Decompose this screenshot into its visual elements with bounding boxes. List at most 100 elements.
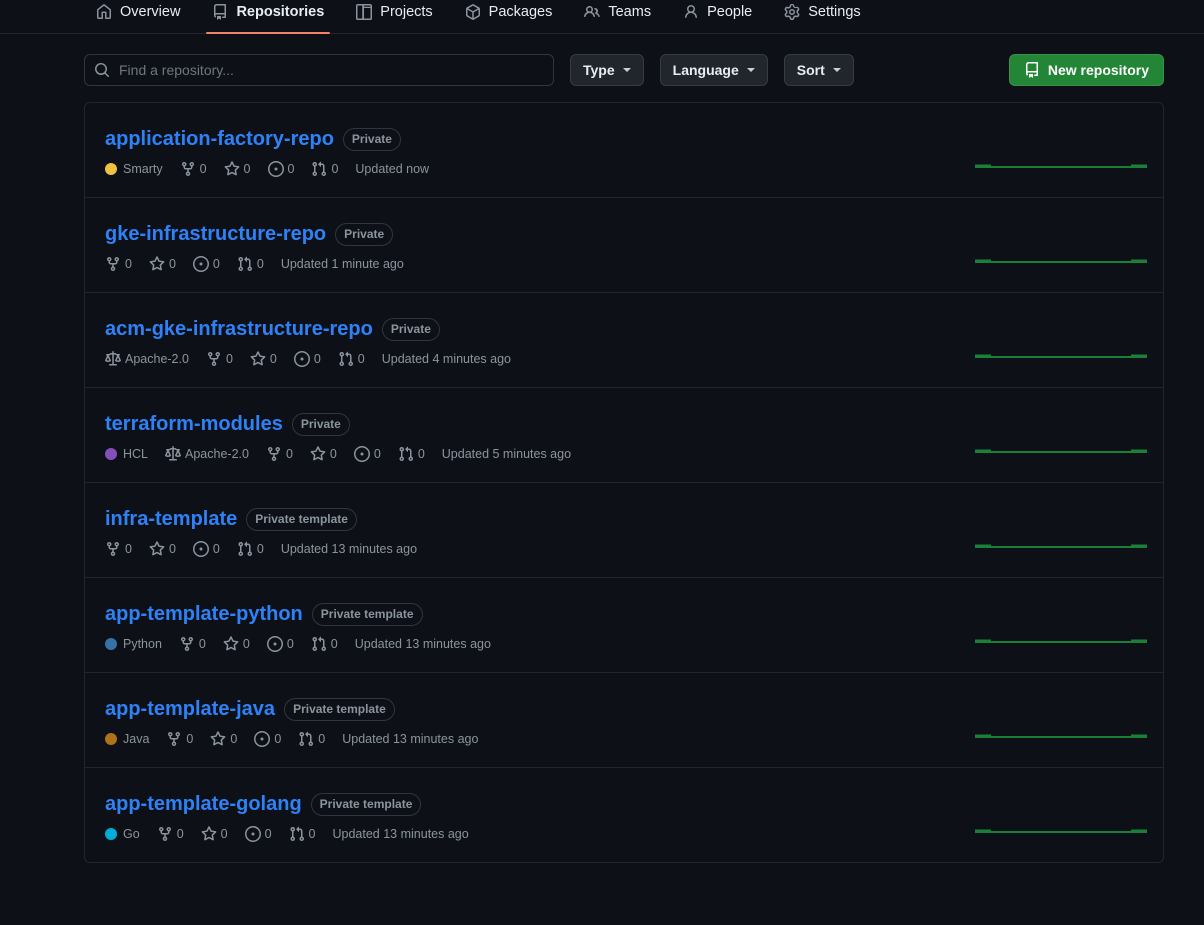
repo-language: Java [105, 732, 149, 746]
repo-pull-requests[interactable]: 0 [237, 256, 264, 272]
sort-filter-label: Sort [796, 62, 825, 78]
repo-forks[interactable]: 0 [166, 731, 193, 747]
activity-sparkline-icon [975, 544, 1147, 548]
repo-stars-count: 0 [230, 732, 238, 746]
repo-updated-time: Updated 13 minutes ago [332, 827, 469, 841]
repo-stars[interactable]: 0 [149, 541, 176, 557]
nav-item-settings[interactable]: Settings [768, 0, 876, 34]
repo-forks[interactable]: 0 [105, 541, 132, 557]
repository-title-line: app-template-java Private template [105, 697, 975, 721]
repository-link[interactable]: infra-template [105, 507, 237, 531]
repo-pull-requests[interactable]: 0 [298, 731, 325, 747]
repo-issues[interactable]: 0 [192, 256, 220, 272]
repo-issues[interactable]: 0 [192, 541, 220, 557]
repo-stars[interactable]: 0 [149, 256, 176, 272]
nav-item-teams[interactable]: Teams [568, 0, 667, 34]
type-filter-button[interactable]: Type [570, 54, 644, 86]
repository-link[interactable]: app-template-java [105, 697, 275, 721]
repo-pull-requests[interactable]: 0 [311, 636, 338, 652]
repo-stars[interactable]: 0 [224, 161, 251, 177]
issue-icon [293, 351, 310, 367]
star-icon [224, 161, 240, 177]
repo-forks[interactable]: 0 [157, 826, 184, 842]
repo-language: HCL [105, 447, 148, 461]
repo-issues-count: 0 [313, 352, 321, 366]
repo-forks[interactable]: 0 [206, 351, 233, 367]
repo-forks[interactable]: 0 [179, 636, 206, 652]
visibility-badge: Private template [246, 507, 357, 531]
repo-language-label: HCL [123, 447, 149, 461]
repo-stars[interactable]: 0 [201, 826, 228, 842]
issue-icon [192, 256, 209, 272]
language-filter-button[interactable]: Language [659, 54, 768, 86]
new-repository-button[interactable]: New repository [1008, 54, 1164, 86]
language-color-dot [105, 638, 117, 650]
repository-meta: Apache-2.0 0 0 0 0 Updated 4 minutes ago [105, 351, 975, 367]
repo-issues[interactable]: 0 [353, 446, 381, 462]
fork-icon [166, 731, 182, 747]
sort-filter-button[interactable]: Sort [783, 54, 854, 86]
repo-pull-requests-count: 0 [256, 257, 264, 271]
visibility-badge: Private template [310, 792, 422, 816]
repo-stars[interactable]: 0 [223, 636, 250, 652]
nav-item-projects[interactable]: Projects [340, 0, 448, 34]
repo-forks[interactable]: 0 [105, 256, 132, 272]
search-input[interactable] [84, 54, 554, 86]
repo-issues[interactable]: 0 [293, 351, 321, 367]
repo-issues-count: 0 [264, 827, 272, 841]
repo-pull-requests[interactable]: 0 [311, 161, 338, 177]
issue-icon [267, 161, 284, 177]
issue-icon [192, 541, 209, 557]
star-icon [210, 731, 226, 747]
repository-meta: HCL Apache-2.0 0 0 0 0 Updated 5 minutes ago [105, 446, 975, 462]
nav-item-packages[interactable]: Packages [449, 0, 569, 34]
issue-icon [266, 636, 283, 652]
repo-forks-count: 0 [198, 637, 206, 651]
new-repository-label: New repository [1047, 62, 1149, 78]
pull-request-icon [237, 541, 253, 557]
issue-icon [244, 826, 261, 842]
repository-link[interactable]: acm-gke-infrastructure-repo [105, 317, 373, 341]
repo-forks[interactable]: 0 [180, 161, 207, 177]
repo-issues[interactable]: 0 [266, 636, 294, 652]
nav-item-label: People [707, 4, 753, 20]
fork-icon [105, 256, 121, 272]
repository-link[interactable]: gke-infrastructure-repo [105, 222, 326, 246]
repo-pull-requests-count: 0 [256, 542, 264, 556]
repo-issues[interactable]: 0 [244, 826, 272, 842]
repo-forks[interactable]: 0 [266, 446, 293, 462]
repo-stars[interactable]: 0 [310, 446, 337, 462]
repo-pull-requests-count: 0 [318, 732, 326, 746]
star-icon [149, 256, 165, 272]
repo-pull-requests[interactable]: 0 [398, 446, 425, 462]
repo-pull-requests[interactable]: 0 [289, 826, 316, 842]
pull-request-icon [298, 731, 314, 747]
search-field-wrapper [84, 54, 554, 86]
repo-language: Smarty [105, 162, 163, 176]
nav-item-people[interactable]: People [667, 0, 768, 34]
repository-link[interactable]: terraform-modules [105, 412, 283, 436]
nav-selected-indicator [206, 32, 331, 34]
nav-item-overview[interactable]: Overview [80, 0, 196, 34]
repo-stars[interactable]: 0 [250, 351, 277, 367]
repo-license-label: Apache-2.0 [125, 352, 189, 366]
repo-pull-requests[interactable]: 0 [338, 351, 365, 367]
repository-link[interactable]: application-factory-repo [105, 127, 334, 151]
repository-link[interactable]: app-template-python [105, 602, 303, 626]
repo-stars-count: 0 [220, 827, 228, 841]
nav-item-repositories[interactable]: Repositories [196, 0, 340, 34]
repository-activity-graph [975, 507, 1147, 551]
repo-icon [1024, 62, 1040, 78]
repo-stars-count: 0 [168, 542, 176, 556]
repo-pull-requests[interactable]: 0 [237, 541, 264, 557]
repo-stars[interactable]: 0 [210, 731, 237, 747]
repo-license: Apache-2.0 [105, 351, 189, 367]
repository-info: terraform-modules Private HCL Apache-2.0 0 0 0… [105, 412, 975, 462]
type-filter-label: Type [583, 62, 615, 78]
nav-item-label: Settings [808, 4, 861, 20]
repo-issues[interactable]: 0 [267, 161, 294, 177]
repo-issues[interactable]: 0 [254, 731, 281, 747]
repo-language: Python [105, 637, 162, 651]
repo-forks-count: 0 [125, 542, 132, 556]
repository-link[interactable]: app-template-golang [105, 792, 302, 816]
